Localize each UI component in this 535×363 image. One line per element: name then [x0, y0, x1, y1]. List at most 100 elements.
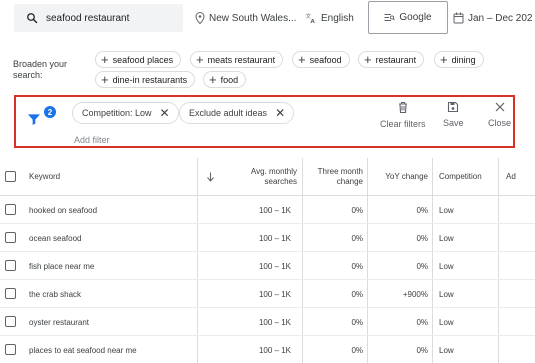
row-checkbox[interactable]	[5, 316, 16, 327]
yoy-cell: 0%	[416, 345, 428, 355]
translate-icon: 文A	[306, 12, 316, 24]
competition-cell: Low	[439, 233, 454, 243]
chip-label: seafood	[309, 54, 342, 65]
select-all-checkbox[interactable]	[5, 171, 16, 182]
keyword-cell: fish place near me	[29, 261, 95, 271]
broaden-search-label: Broaden your search:	[13, 59, 68, 80]
close-icon	[495, 102, 504, 112]
competition-cell: Low	[439, 205, 454, 215]
filter-button[interactable]: 2	[26, 105, 56, 125]
plus-icon: +	[364, 52, 372, 67]
avg-searches-cell: 100 – 1K	[258, 317, 291, 327]
avg-searches-cell: 100 – 1K	[258, 233, 291, 243]
filter-chip-label: Exclude adult ideas	[189, 108, 268, 118]
broaden-chip-meats-restaurant[interactable]: + meats restaurant	[190, 51, 284, 68]
date-range-label: Jan – Dec 202	[468, 12, 533, 24]
table-row[interactable]: fish place near me 100 – 1K 0% 0% Low	[0, 252, 535, 280]
clear-filters-button[interactable]: Clear filters	[380, 101, 426, 129]
sort-arrow-icon[interactable]	[206, 172, 215, 182]
search-engine-selector[interactable]: Google	[368, 1, 448, 34]
location-selector[interactable]: New South Wales...	[195, 4, 296, 32]
trash-icon	[398, 101, 407, 114]
search-input[interactable]: seafood restaurant	[14, 4, 183, 32]
column-ad[interactable]: Ad	[506, 158, 535, 196]
location-label: New South Wales...	[209, 12, 297, 24]
broaden-chip-dine-in-restaurants[interactable]: + dine-in restaurants	[95, 71, 196, 88]
save-button[interactable]: Save	[443, 101, 464, 128]
keyword-cell: hooked on seafood	[29, 205, 98, 215]
keyword-cell: places to eat seafood near me	[29, 345, 137, 355]
column-keyword[interactable]: Keyword	[29, 158, 179, 196]
keyword-cell: ocean seafood	[29, 233, 82, 243]
yoy-cell: 0%	[416, 317, 428, 327]
avg-searches-cell: 100 – 1K	[258, 289, 291, 299]
search-icon	[27, 13, 38, 24]
broaden-chip-seafood[interactable]: + seafood	[292, 51, 350, 68]
add-filter-button[interactable]: Add filter	[74, 135, 110, 145]
date-range-selector[interactable]: Jan – Dec 202	[453, 4, 533, 32]
table-row[interactable]: hooked on seafood 100 – 1K 0% 0% Low	[0, 196, 535, 224]
clear-filters-label: Clear filters	[380, 119, 426, 129]
chip-label: meats restaurant	[207, 54, 276, 65]
column-avg-monthly-searches[interactable]: Avg. monthly searches	[224, 158, 297, 196]
three-month-cell: 0%	[351, 317, 363, 327]
yoy-cell: 0%	[416, 205, 428, 215]
broaden-chip-food[interactable]: + food	[203, 71, 247, 88]
filter-count-badge: 2	[44, 106, 56, 118]
table-row[interactable]: places to eat seafood near me 100 – 1K 0…	[0, 336, 535, 363]
three-month-cell: 0%	[351, 345, 363, 355]
three-month-cell: 0%	[351, 289, 363, 299]
plus-icon: +	[440, 52, 448, 67]
chip-label: food	[220, 74, 239, 85]
filter-chip-label: Competition: Low	[82, 108, 152, 118]
competition-cell: Low	[439, 289, 454, 299]
plus-icon: +	[298, 52, 306, 67]
filter-chip-competition[interactable]: Competition: Low ✕	[72, 102, 179, 124]
competition-cell: Low	[439, 317, 454, 327]
plus-icon: +	[209, 72, 217, 87]
engine-label: Google	[399, 12, 432, 23]
three-month-cell: 0%	[351, 233, 363, 243]
close-button[interactable]: Close	[488, 101, 511, 128]
chip-label: seafood places	[112, 54, 174, 65]
remove-filter-icon[interactable]: ✕	[275, 106, 285, 120]
plus-icon: +	[101, 52, 109, 67]
save-icon	[448, 101, 459, 113]
chip-label: dining	[451, 54, 476, 65]
three-month-cell: 0%	[351, 205, 363, 215]
filter-panel: 2 Competition: Low ✕ Exclude adult ideas…	[14, 95, 515, 148]
remove-filter-icon[interactable]: ✕	[160, 106, 170, 120]
row-checkbox[interactable]	[5, 288, 16, 299]
column-competition[interactable]: Competition	[439, 158, 497, 196]
yoy-cell: +900%	[402, 289, 428, 299]
avg-searches-cell: 100 – 1K	[258, 205, 291, 215]
keyword-cell: oyster restaurant	[29, 317, 90, 327]
table-row[interactable]: oyster restaurant 100 – 1K 0% 0% Low	[0, 308, 535, 336]
plus-icon: +	[196, 52, 204, 67]
avg-searches-cell: 100 – 1K	[258, 261, 291, 271]
table-row[interactable]: ocean seafood 100 – 1K 0% 0% Low	[0, 224, 535, 252]
svg-text:A: A	[311, 19, 316, 24]
row-checkbox[interactable]	[5, 344, 16, 355]
competition-cell: Low	[439, 345, 454, 355]
plus-icon: +	[101, 72, 109, 87]
row-checkbox[interactable]	[5, 204, 16, 215]
filter-chip-exclude-adult[interactable]: Exclude adult ideas ✕	[179, 102, 295, 124]
competition-cell: Low	[439, 261, 454, 271]
row-checkbox[interactable]	[5, 232, 16, 243]
chip-label: restaurant	[375, 54, 417, 65]
broaden-chip-seafood-places[interactable]: + seafood places	[95, 51, 182, 68]
yoy-cell: 0%	[416, 233, 428, 243]
table-row[interactable]: the crab shack 100 – 1K 0% +900% Low	[0, 280, 535, 308]
broaden-chip-restaurant[interactable]: + restaurant	[358, 51, 425, 68]
column-three-month-change[interactable]: Three month change	[305, 158, 363, 196]
row-checkbox[interactable]	[5, 260, 16, 271]
language-selector[interactable]: 文A English	[305, 4, 354, 32]
table-header: Keyword Avg. monthly searches Three mont…	[0, 158, 535, 196]
avg-searches-cell: 100 – 1K	[258, 345, 291, 355]
three-month-cell: 0%	[351, 261, 363, 271]
column-yoy-change[interactable]: YoY change	[370, 158, 428, 196]
save-label: Save	[443, 118, 464, 128]
engine-icon	[384, 14, 396, 21]
broaden-chip-dining[interactable]: + dining	[434, 51, 484, 68]
